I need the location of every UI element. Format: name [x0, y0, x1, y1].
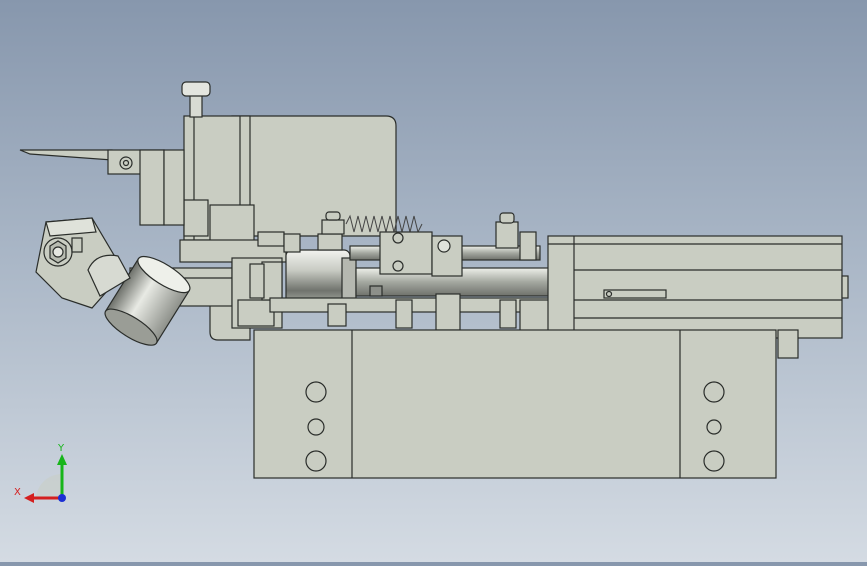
y-axis-label: Y — [57, 443, 65, 454]
center-bracket — [379, 231, 433, 275]
triad-arc — [36, 473, 62, 498]
top-knob-shaft — [189, 94, 203, 118]
cutter-blade — [19, 149, 113, 161]
z-axis-dot — [58, 494, 66, 502]
base-block — [253, 329, 777, 479]
assembly-model[interactable] — [0, 0, 867, 562]
top-knob — [181, 81, 211, 97]
clamp-block — [209, 204, 255, 244]
coordinate-triad: X Y — [12, 440, 74, 510]
cad-viewport[interactable] — [0, 0, 867, 562]
guide-cylinder — [547, 235, 843, 339]
x-axis-label: X — [14, 487, 21, 498]
